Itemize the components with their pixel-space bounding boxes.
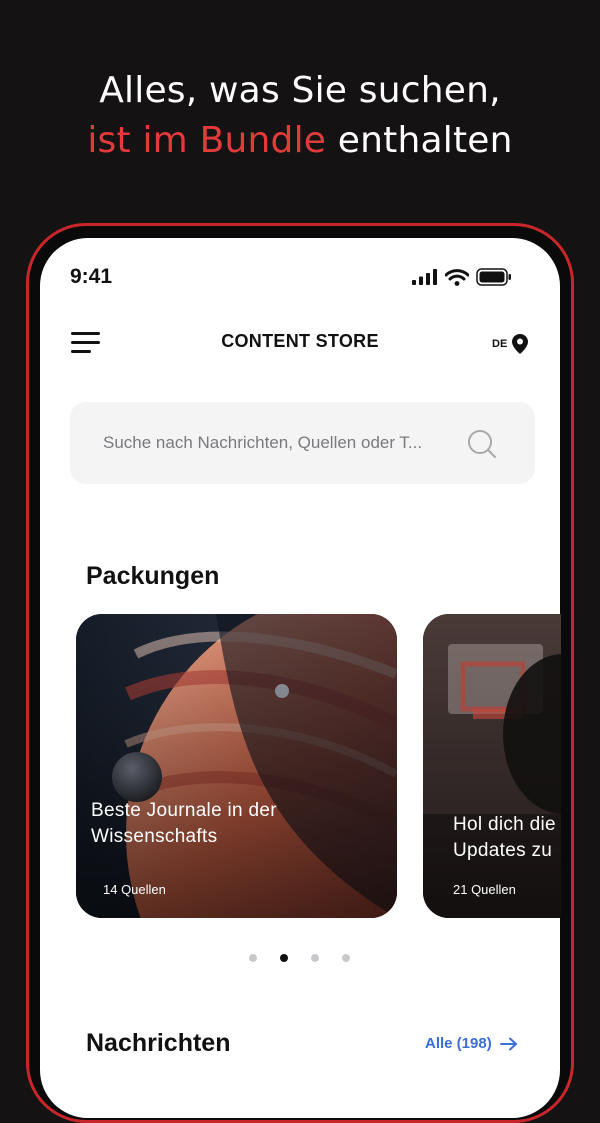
headline-line-2: ist im Bundle enthalten: [0, 116, 600, 166]
pagination-dot[interactable]: [311, 954, 319, 962]
package-card-title: Beste Journale in der Wissenschafts: [91, 798, 277, 850]
search-icon[interactable]: [466, 428, 498, 460]
region-label: DE: [492, 338, 508, 350]
planet-image: [76, 614, 397, 918]
pagination-dot-active[interactable]: [280, 954, 288, 962]
region-selector[interactable]: DE: [492, 333, 529, 355]
package-card-title-line-2: Wissenschafts: [91, 826, 218, 847]
package-card-title: Hol dich die Updates zu: [453, 812, 556, 864]
headline-rest: enthalten: [337, 120, 513, 161]
wifi-icon: [445, 268, 469, 286]
news-all-link[interactable]: Alle (198): [425, 1035, 518, 1052]
package-card-title-line-1: Beste Journale in der: [91, 800, 277, 821]
news-title: Nachrichten: [86, 1029, 231, 1057]
pagination-dot[interactable]: [249, 954, 257, 962]
package-card[interactable]: Hol dich die Updates zu 21 Quellen: [423, 614, 561, 918]
packages-title: Packungen: [86, 562, 220, 590]
package-card-title-line-1: Hol dich die: [453, 814, 556, 835]
news-all-label: Alle (198): [425, 1035, 492, 1052]
battery-icon: [476, 268, 511, 286]
headline-accent: ist im Bundle: [87, 120, 327, 161]
headline-line-1: Alles, was Sie suchen,: [99, 70, 501, 111]
status-icons: [412, 266, 512, 288]
location-pin-icon: [512, 334, 529, 354]
search-input[interactable]: Suche nach Nachrichten, Quellen oder T..…: [103, 433, 463, 453]
package-card[interactable]: Beste Journale in der Wissenschafts 14 Q…: [76, 614, 397, 918]
arrow-right-icon: [499, 1037, 517, 1050]
pagination-dot[interactable]: [342, 954, 350, 962]
carousel-pagination: [249, 954, 350, 962]
packages-carousel[interactable]: Beste Journale in der Wissenschafts 14 Q…: [40, 600, 561, 930]
package-card-title-line-2: Updates zu: [453, 840, 553, 861]
signal-icon: [412, 269, 437, 285]
search-bar[interactable]: Suche nach Nachrichten, Quellen oder T..…: [70, 402, 535, 484]
package-card-count: 14 Quellen: [103, 882, 166, 897]
status-time: 9:41: [70, 265, 113, 288]
promo-headline: Alles, was Sie suchen, ist im Bundle ent…: [0, 66, 600, 166]
basketball-image: [423, 614, 561, 918]
package-card-count: 21 Quellen: [453, 882, 516, 897]
